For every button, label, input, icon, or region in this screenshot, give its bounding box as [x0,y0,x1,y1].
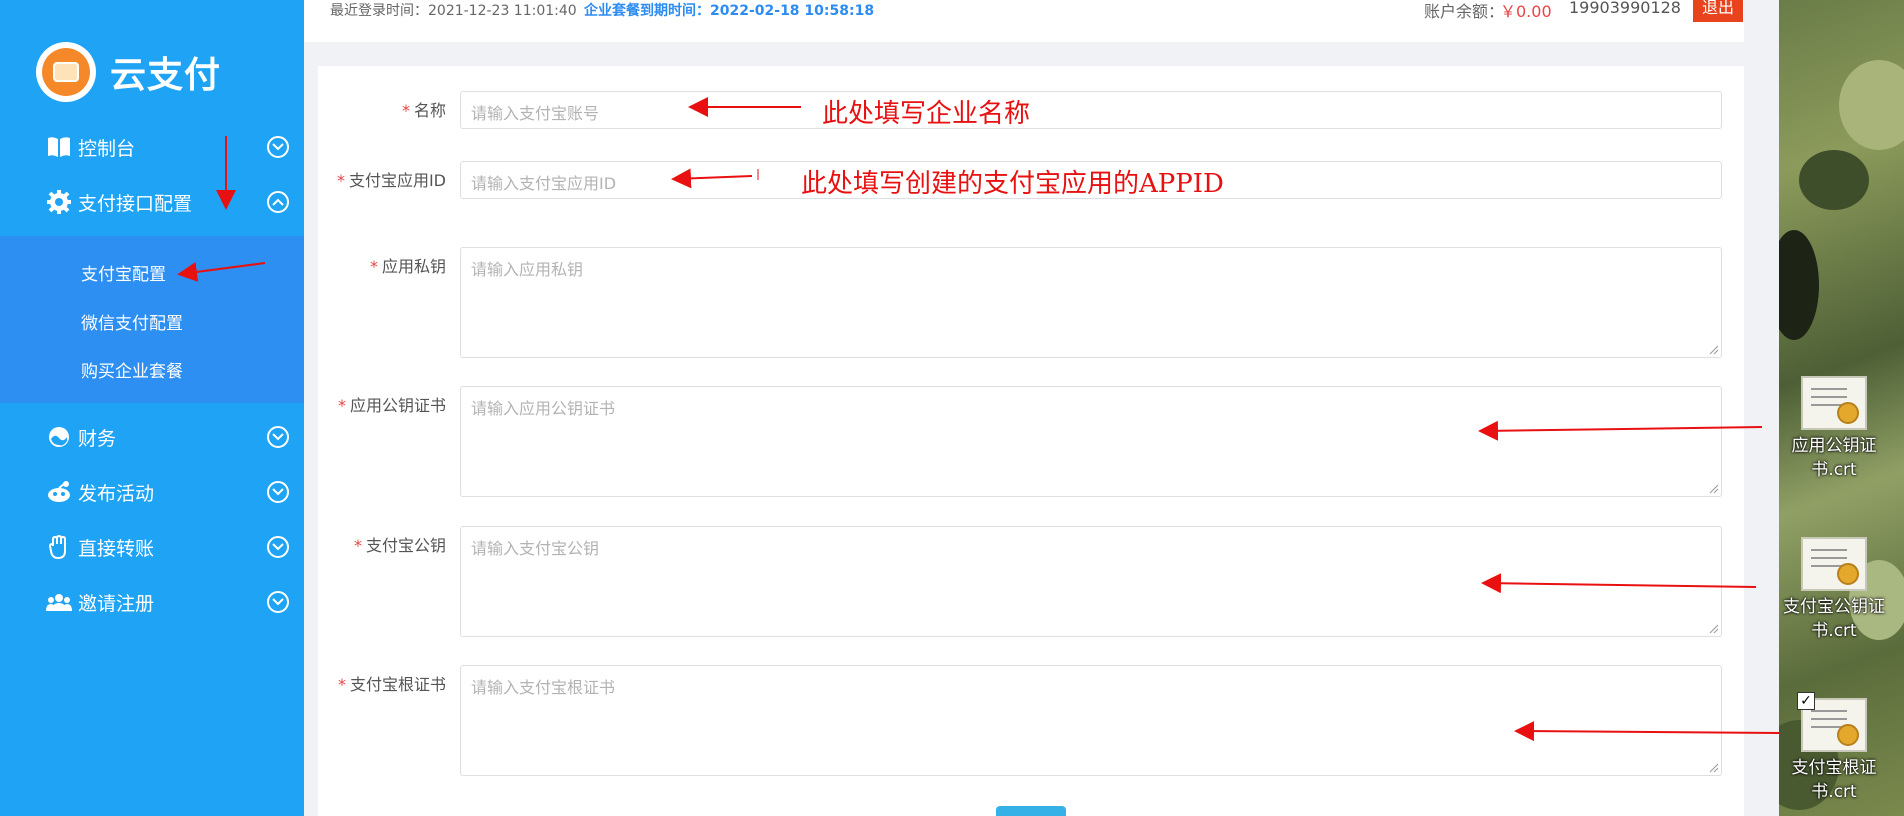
submenu-item-wechat[interactable]: 微信支付配置 [81,309,183,334]
desktop-file-app-public-cert[interactable]: 应用公钥证书.crt [1779,376,1889,482]
placeholder-text: 请输入支付宝根证书 [471,678,616,697]
submenu-payment-config: 支付宝配置 微信支付配置 购买企业套餐 [0,236,304,403]
required-mark: * [369,257,378,276]
chevron-down-icon[interactable] [267,481,289,503]
desktop-file-alipay-public-cert[interactable]: 支付宝公钥证书.crt [1779,537,1889,643]
field-label-app-public-cert: * 应用公钥证书 [306,397,446,414]
gear-icon [46,189,72,215]
book-icon [46,134,72,160]
menu-item-payment-config[interactable]: 支付接口配置 [0,179,304,225]
field-label-alipay-root-cert: * 支付宝根证书 [306,676,446,693]
last-login-time: 最近登录时间：2021-12-23 11:01:40 [330,3,577,19]
certificate-icon [1801,537,1867,591]
placeholder-text: 请输入应用公钥证书 [471,399,616,418]
field-label-text: 支付宝应用ID [348,171,446,190]
package-expire-time: 企业套餐到期时间：2022-02-18 10:58:18 [584,3,875,19]
hand-icon [46,534,72,560]
file-label: 应用公钥证书.crt [1791,436,1877,480]
menu-item-invite-register[interactable]: 邀请注册 [0,579,304,625]
submit-button[interactable] [996,806,1066,816]
topbar: 最近登录时间：2021-12-23 11:01:40 企业套餐到期时间：2022… [304,0,1744,42]
placeholder-text: 请输入支付宝公钥 [471,539,600,558]
user-phone: 19903990128 [1569,0,1681,17]
chevron-down-icon[interactable] [267,536,289,558]
alipay-public-key-textarea[interactable]: 请输入支付宝公钥 [460,526,1722,637]
menu-item-publish-activity[interactable]: 发布活动 [0,469,304,515]
required-mark: * [336,171,345,190]
file-label: 支付宝公钥证书.crt [1783,597,1885,641]
sidebar: 云支付 控制台 支付接口配置 支付宝配置 微信支付配置 购买企业套餐 财务 发布… [0,0,304,816]
chevron-down-icon[interactable] [267,426,289,448]
field-label-text: 应用公钥证书 [349,396,446,415]
name-input[interactable]: 请输入支付宝账号 [460,91,1722,129]
field-label-text: 名称 [413,101,446,120]
logout-button[interactable]: 退出 [1693,0,1743,22]
chevron-down-icon[interactable] [267,136,289,158]
chevron-up-icon[interactable] [267,191,289,213]
wallet-icon [46,424,72,450]
desktop-file-alipay-root-cert[interactable]: 支付宝根证书.crt [1779,698,1889,804]
resize-handle-icon[interactable] [1709,484,1719,494]
field-label-text: 应用私钥 [381,257,446,276]
logo: 云支付 [36,42,221,102]
balance-label: 账户余额： [1424,2,1505,21]
submenu-item-buy-package[interactable]: 购买企业套餐 [81,357,183,382]
annotation-appid: 此处填写创建的支付宝应用的APPID [801,169,1224,199]
required-mark: * [337,675,346,694]
menu-item-finance[interactable]: 财务 [0,414,304,460]
field-label-private-key: * 应用私钥 [306,258,446,275]
required-mark: * [401,101,410,120]
checkbox-selected-icon[interactable]: ✓ [1797,692,1815,710]
app-public-cert-textarea[interactable]: 请输入应用公钥证书 [460,386,1722,497]
alipay-root-cert-textarea[interactable]: 请输入支付宝根证书 [460,665,1722,776]
resize-handle-icon[interactable] [1709,345,1719,355]
chevron-down-icon[interactable] [267,591,289,613]
file-label: 支付宝根证书.crt [1791,758,1877,802]
resize-handle-icon[interactable] [1709,763,1719,773]
annotation-name: 此处填写企业名称 [822,99,1031,129]
resize-handle-icon[interactable] [1709,624,1719,634]
menu-item-direct-transfer[interactable]: 直接转账 [0,524,304,570]
required-mark: * [337,396,346,415]
field-label-text: 支付宝公钥 [365,536,446,555]
activity-icon [46,479,72,505]
field-label-app-id: * 支付宝应用ID [306,172,446,189]
placeholder-text: 请输入应用私钥 [471,260,584,279]
certificate-icon [1801,376,1867,430]
logo-text: 云支付 [110,55,222,96]
private-key-textarea[interactable]: 请输入应用私钥 [460,247,1722,358]
submenu-item-alipay[interactable]: 支付宝配置 [81,260,166,285]
menu-item-dashboard[interactable]: 控制台 [0,124,304,170]
field-label-text: 支付宝根证书 [349,675,446,694]
logo-icon [36,42,96,102]
users-icon [46,589,72,615]
balance-value: ￥0.00 [1500,2,1552,21]
required-mark: * [353,536,362,555]
field-label-name: * 名称 [306,102,446,119]
field-label-alipay-public-key: * 支付宝公钥 [306,537,446,554]
